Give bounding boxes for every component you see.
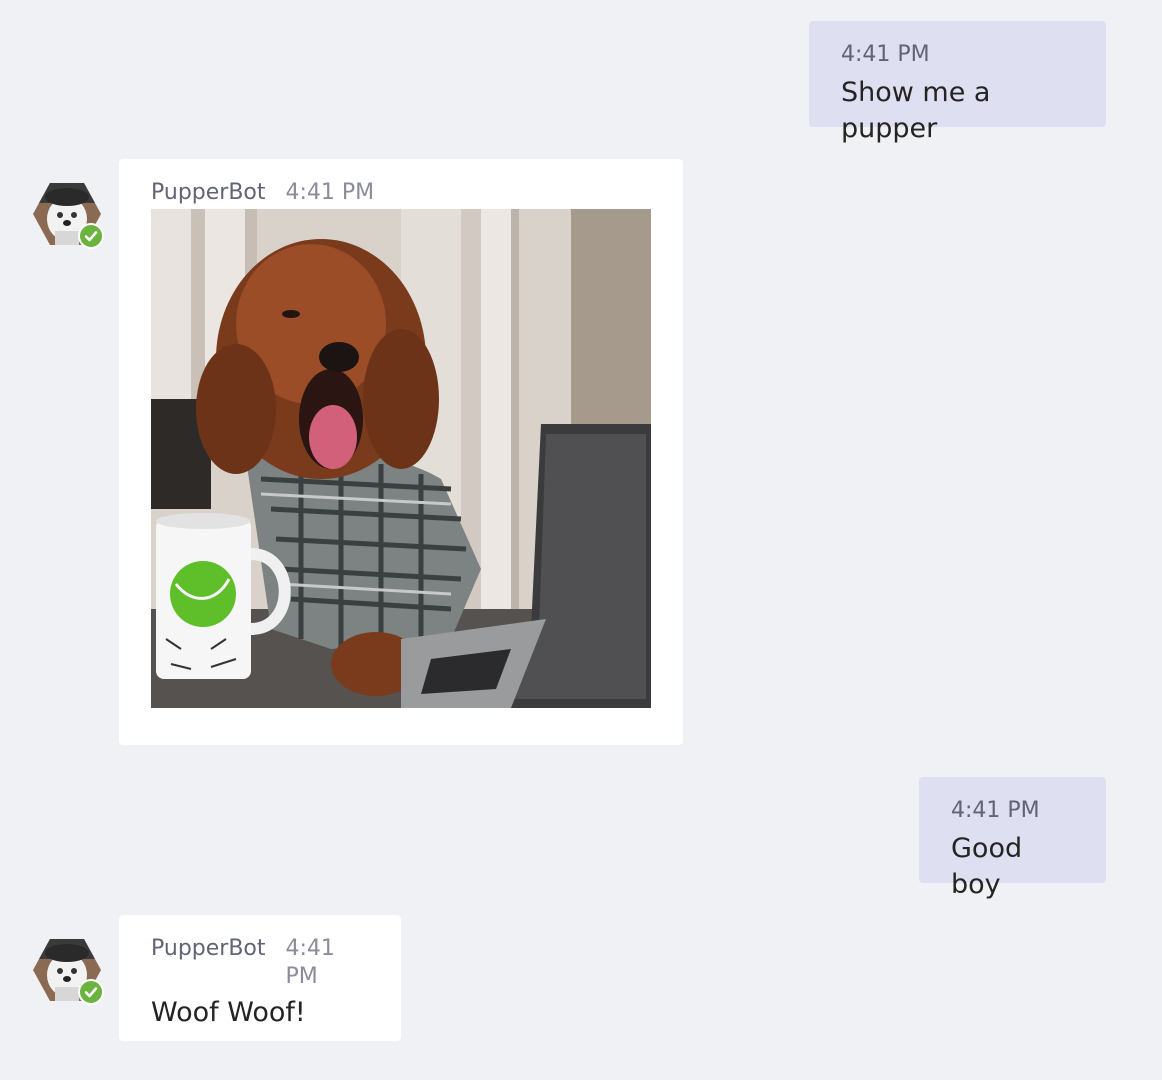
avatar[interactable]	[33, 939, 104, 1005]
message-header: PupperBot 4:41 PM	[151, 179, 651, 207]
message-text: Good boy	[951, 833, 1023, 900]
online-check-icon	[78, 979, 104, 1005]
message-text: Woof Woof!	[151, 997, 306, 1028]
message-timestamp: 4:41 PM	[841, 42, 930, 67]
message-incoming[interactable]: PupperBot 4:41 PM Woof Woof!	[119, 915, 401, 1041]
message-incoming[interactable]: PupperBot 4:41 PM	[119, 159, 683, 745]
online-check-icon	[78, 223, 104, 249]
message-header: PupperBot 4:41 PM	[151, 935, 369, 991]
message-text: Show me a pupper	[841, 77, 991, 144]
avatar[interactable]	[33, 183, 104, 249]
message-timestamp: 4:41 PM	[951, 798, 1040, 823]
message-outgoing[interactable]: 4:41 PM Show me a pupper	[809, 21, 1106, 144]
message-timestamp: 4:41 PM	[285, 180, 375, 205]
dog-photo[interactable]	[151, 209, 651, 708]
sender-name: PupperBot	[151, 936, 266, 961]
message-timestamp: 4:41 PM	[285, 936, 335, 989]
message-outgoing[interactable]: 4:41 PM Good boy	[919, 777, 1106, 900]
sender-name: PupperBot	[151, 180, 266, 205]
chat-thread: 4:41 PM Show me a pupper PupperBot 4:41 …	[0, 0, 1162, 1080]
